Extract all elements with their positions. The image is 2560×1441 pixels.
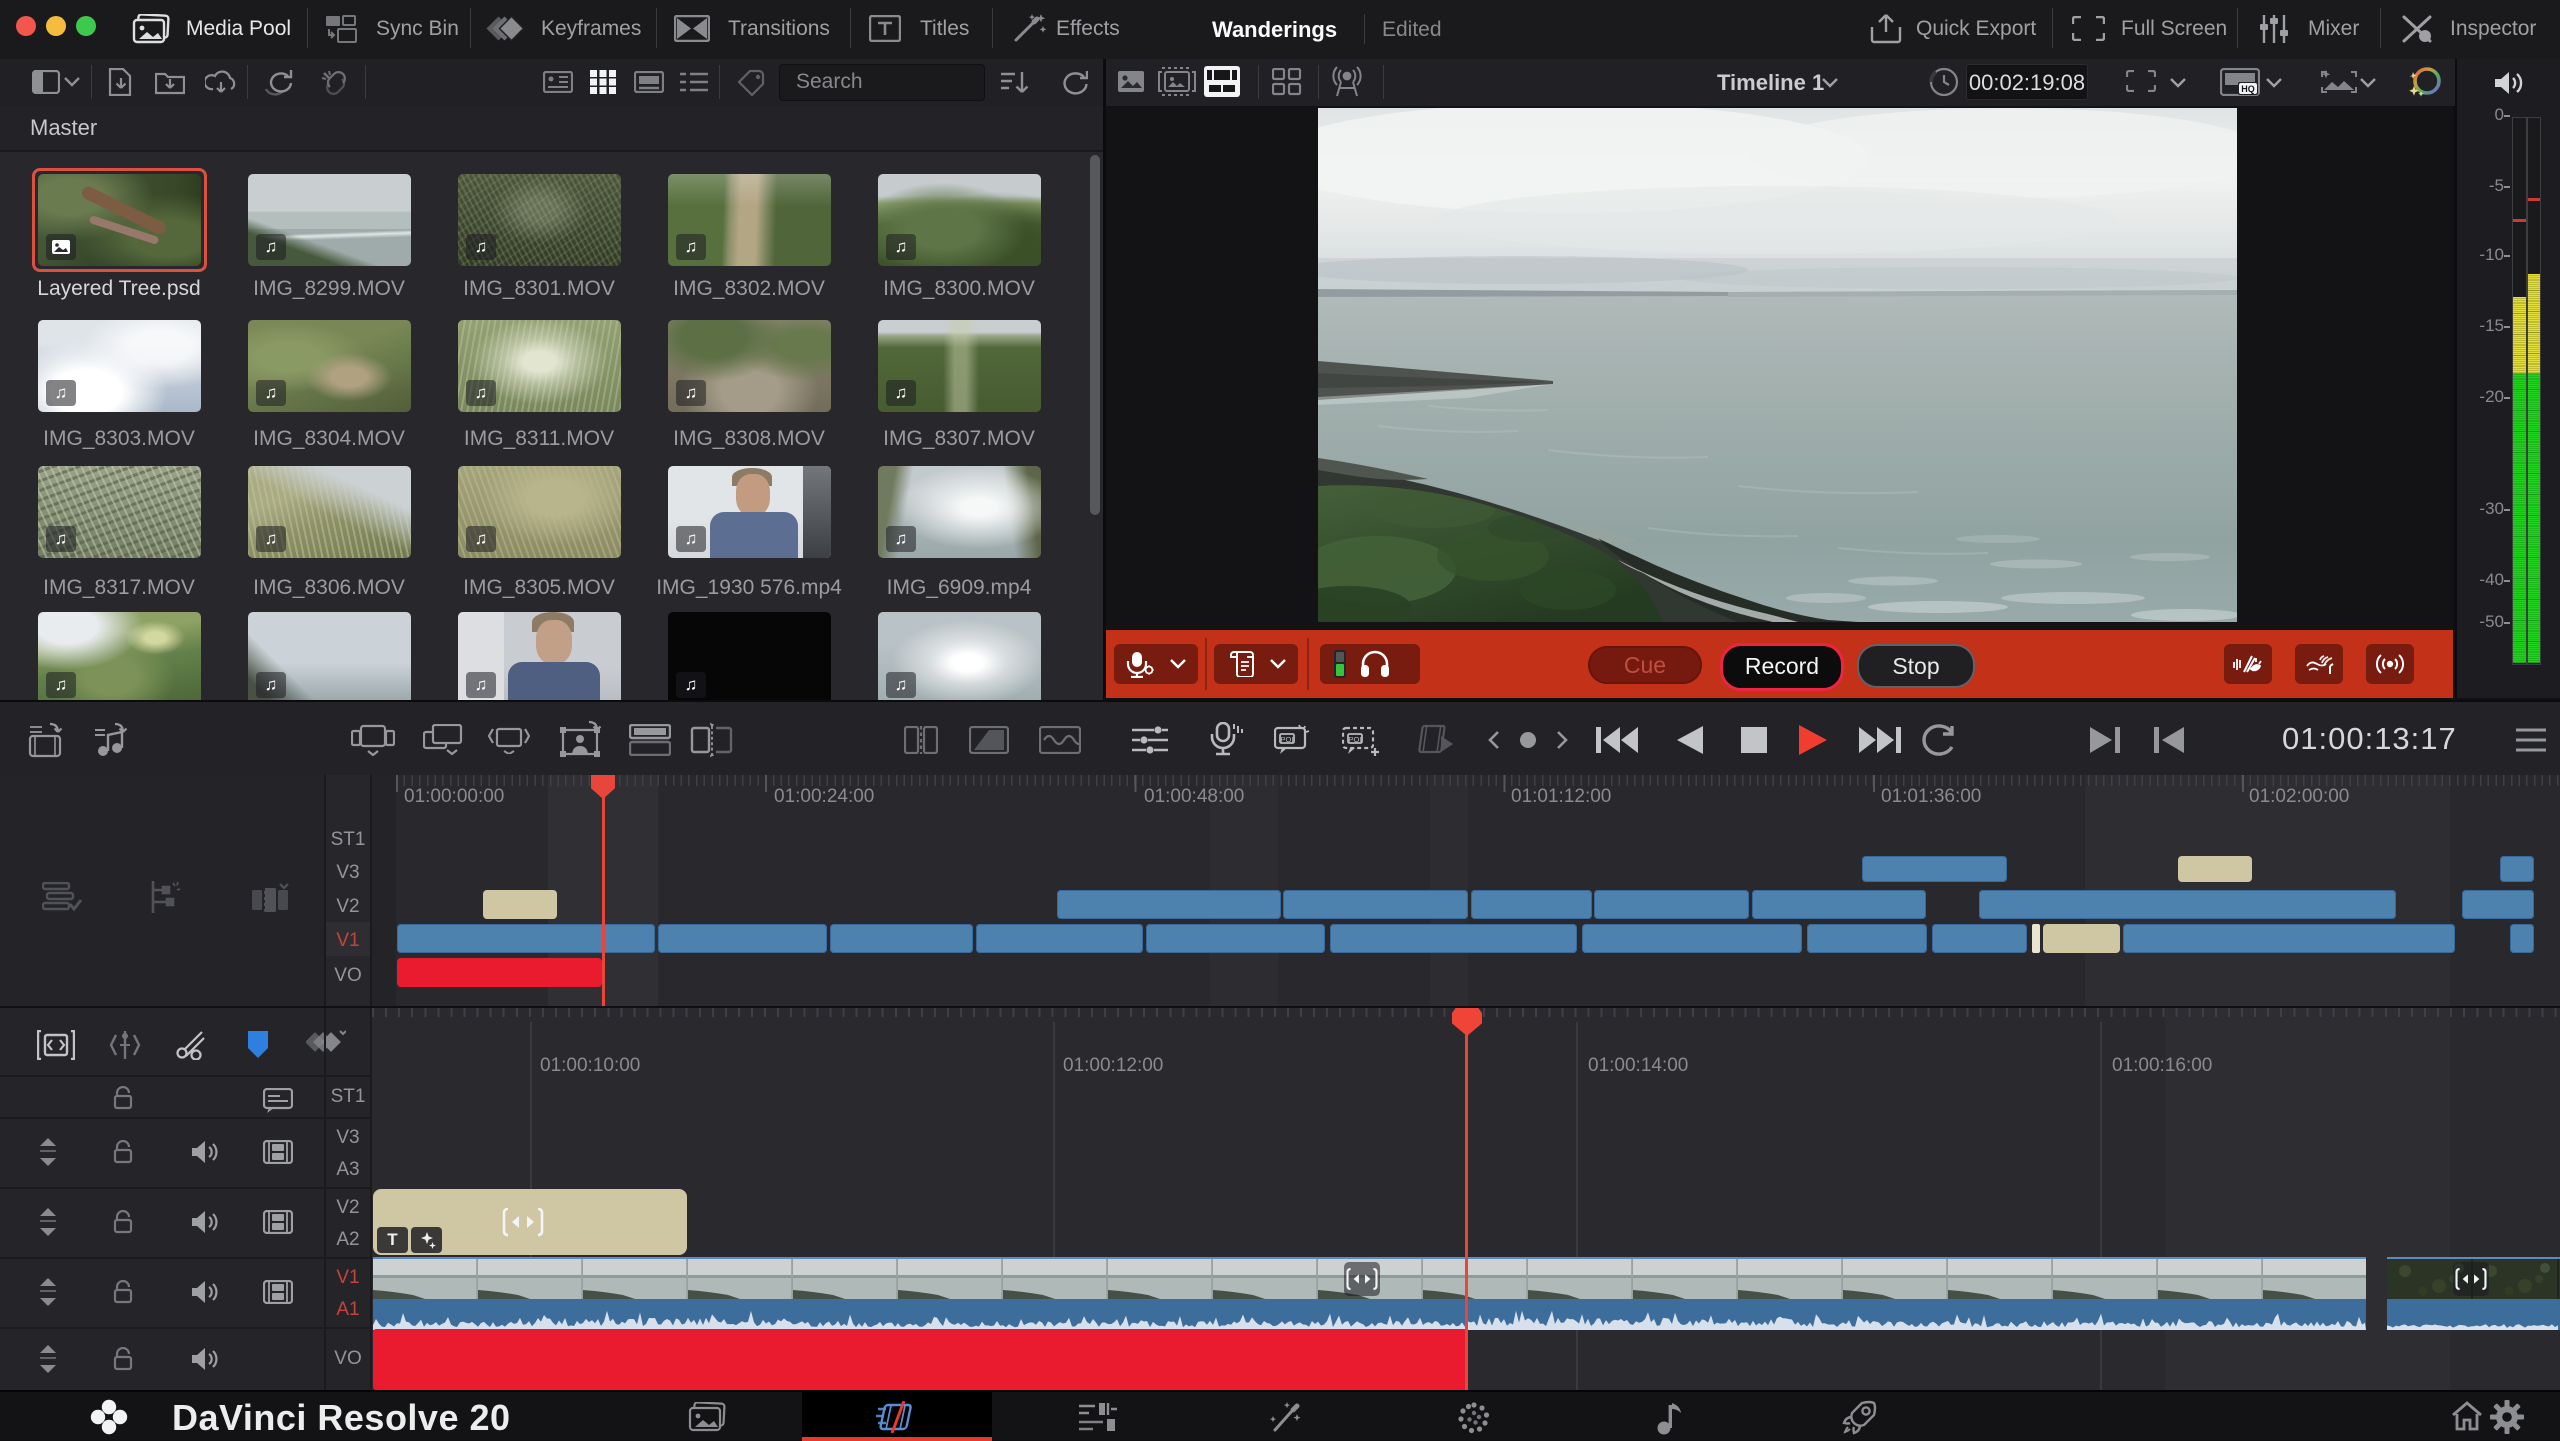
svg-text:POI: POI [1281, 735, 1294, 744]
svg-text:POI: POI [1349, 735, 1362, 744]
svg-text:HQ: HQ [2241, 84, 2255, 94]
